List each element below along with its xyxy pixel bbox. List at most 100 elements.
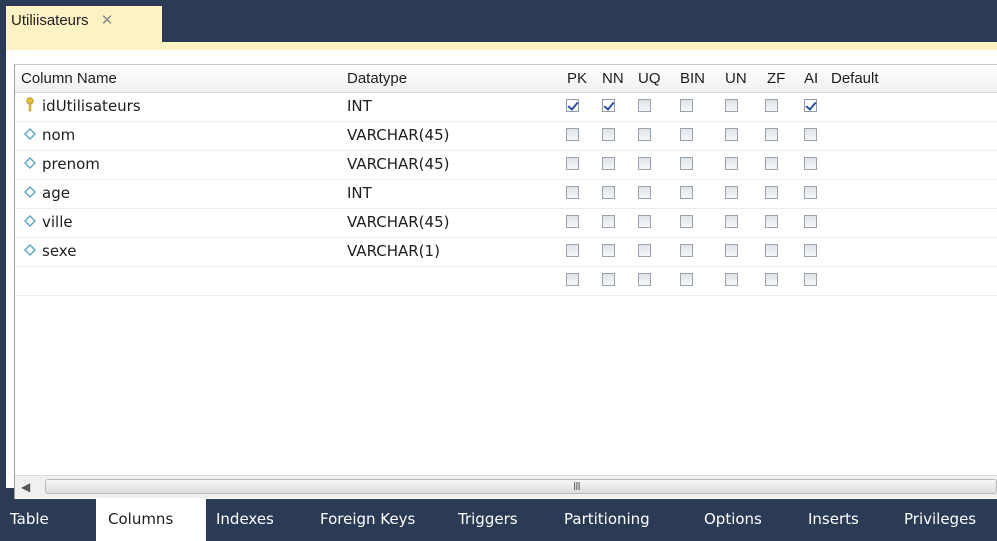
column-name-cell[interactable]: nom <box>42 126 75 144</box>
uq-checkbox[interactable] <box>638 215 651 228</box>
zf-checkbox[interactable] <box>765 128 778 141</box>
nn-checkbox[interactable] <box>602 186 615 199</box>
ai-checkbox[interactable] <box>804 186 817 199</box>
column-diamond-icon <box>24 215 36 227</box>
pk-checkbox[interactable] <box>566 186 579 199</box>
column-diamond-icon <box>24 186 36 198</box>
un-checkbox[interactable] <box>725 186 738 199</box>
pk-checkbox[interactable] <box>566 215 579 228</box>
header-pk[interactable]: PK <box>567 70 587 87</box>
document-tab-title: Utiliisateurs <box>11 12 89 29</box>
datatype-cell[interactable]: VARCHAR(45) <box>347 155 449 173</box>
pk-checkbox[interactable] <box>566 157 579 170</box>
tab-partitioning[interactable]: Partitioning <box>554 499 690 541</box>
bin-checkbox[interactable] <box>680 99 693 112</box>
uq-checkbox[interactable] <box>638 99 651 112</box>
column-diamond-icon <box>24 128 36 140</box>
table-row[interactable]: idUtilisateurs INT <box>15 93 997 122</box>
un-checkbox[interactable] <box>725 157 738 170</box>
bin-checkbox[interactable] <box>680 215 693 228</box>
zf-checkbox[interactable] <box>765 215 778 228</box>
bin-checkbox[interactable] <box>680 244 693 257</box>
column-name-cell[interactable]: sexe <box>42 242 76 260</box>
pk-checkbox[interactable] <box>566 99 579 112</box>
table-row[interactable]: prenom VARCHAR(45) <box>15 151 997 180</box>
header-column-name[interactable]: Column Name <box>21 70 117 87</box>
datatype-cell[interactable]: VARCHAR(45) <box>347 126 449 144</box>
grid-header: Column Name Datatype PK NN UQ BIN UN ZF … <box>15 65 997 93</box>
tab-foreign-keys[interactable]: Foreign Keys <box>306 499 450 541</box>
horizontal-scrollbar[interactable]: ◀ III <box>15 475 997 498</box>
header-zf[interactable]: ZF <box>767 70 785 87</box>
ai-checkbox[interactable] <box>804 128 817 141</box>
nn-checkbox[interactable] <box>602 128 615 141</box>
uq-checkbox[interactable] <box>638 128 651 141</box>
editor-bottom-tabs: Table Columns Indexes Foreign Keys Trigg… <box>0 499 997 541</box>
zf-checkbox[interactable] <box>765 273 778 286</box>
header-bin[interactable]: BIN <box>680 70 705 87</box>
zf-checkbox[interactable] <box>765 186 778 199</box>
scrollbar-thumb[interactable]: III <box>45 479 997 494</box>
tab-options[interactable]: Options <box>692 499 790 541</box>
datatype-cell[interactable]: VARCHAR(45) <box>347 213 449 231</box>
uq-checkbox[interactable] <box>638 186 651 199</box>
bin-checkbox[interactable] <box>680 157 693 170</box>
datatype-cell[interactable]: INT <box>347 184 372 202</box>
column-name-cell[interactable]: ville <box>42 213 73 231</box>
uq-checkbox[interactable] <box>638 244 651 257</box>
document-tab-strip: Utiliisateurs ✕ <box>0 0 997 44</box>
column-name-cell[interactable]: age <box>42 184 70 202</box>
ai-checkbox[interactable] <box>804 273 817 286</box>
scroll-left-arrow-icon[interactable]: ◀ <box>21 480 30 494</box>
table-row[interactable] <box>15 267 997 296</box>
zf-checkbox[interactable] <box>765 157 778 170</box>
datatype-cell[interactable]: INT <box>347 97 372 115</box>
datatype-cell[interactable]: VARCHAR(1) <box>347 242 440 260</box>
bin-checkbox[interactable] <box>680 128 693 141</box>
tab-triggers[interactable]: Triggers <box>450 499 554 541</box>
un-checkbox[interactable] <box>725 128 738 141</box>
nn-checkbox[interactable] <box>602 99 615 112</box>
column-name-cell[interactable]: idUtilisateurs <box>42 97 141 115</box>
table-row[interactable]: ville VARCHAR(45) <box>15 209 997 238</box>
un-checkbox[interactable] <box>725 99 738 112</box>
table-row[interactable]: nom VARCHAR(45) <box>15 122 997 151</box>
pk-checkbox[interactable] <box>566 273 579 286</box>
nn-checkbox[interactable] <box>602 273 615 286</box>
bin-checkbox[interactable] <box>680 273 693 286</box>
tab-privileges[interactable]: Privileges <box>890 499 997 541</box>
pk-checkbox[interactable] <box>566 128 579 141</box>
column-name-cell[interactable]: prenom <box>42 155 100 173</box>
header-ai[interactable]: AI <box>804 70 818 87</box>
un-checkbox[interactable] <box>725 273 738 286</box>
header-default[interactable]: Default <box>831 70 879 87</box>
un-checkbox[interactable] <box>725 215 738 228</box>
ai-checkbox[interactable] <box>804 99 817 112</box>
nn-checkbox[interactable] <box>602 215 615 228</box>
header-datatype[interactable]: Datatype <box>347 70 407 87</box>
zf-checkbox[interactable] <box>765 99 778 112</box>
bin-checkbox[interactable] <box>680 186 693 199</box>
column-diamond-icon <box>24 244 36 256</box>
zf-checkbox[interactable] <box>765 244 778 257</box>
ai-checkbox[interactable] <box>804 244 817 257</box>
header-un[interactable]: UN <box>725 70 747 87</box>
tab-inserts[interactable]: Inserts <box>794 499 886 541</box>
header-nn[interactable]: NN <box>602 70 624 87</box>
tab-indexes[interactable]: Indexes <box>206 499 304 541</box>
tab-table[interactable]: Table <box>0 499 79 541</box>
tab-columns[interactable]: Columns <box>96 499 206 541</box>
document-tab-utilisateurs[interactable]: Utiliisateurs ✕ <box>6 6 162 42</box>
table-row[interactable]: age INT <box>15 180 997 209</box>
pk-checkbox[interactable] <box>566 244 579 257</box>
nn-checkbox[interactable] <box>602 157 615 170</box>
header-uq[interactable]: UQ <box>638 70 661 87</box>
close-icon[interactable]: ✕ <box>101 12 114 29</box>
table-row[interactable]: sexe VARCHAR(1) <box>15 238 997 267</box>
ai-checkbox[interactable] <box>804 157 817 170</box>
nn-checkbox[interactable] <box>602 244 615 257</box>
un-checkbox[interactable] <box>725 244 738 257</box>
uq-checkbox[interactable] <box>638 273 651 286</box>
uq-checkbox[interactable] <box>638 157 651 170</box>
ai-checkbox[interactable] <box>804 215 817 228</box>
